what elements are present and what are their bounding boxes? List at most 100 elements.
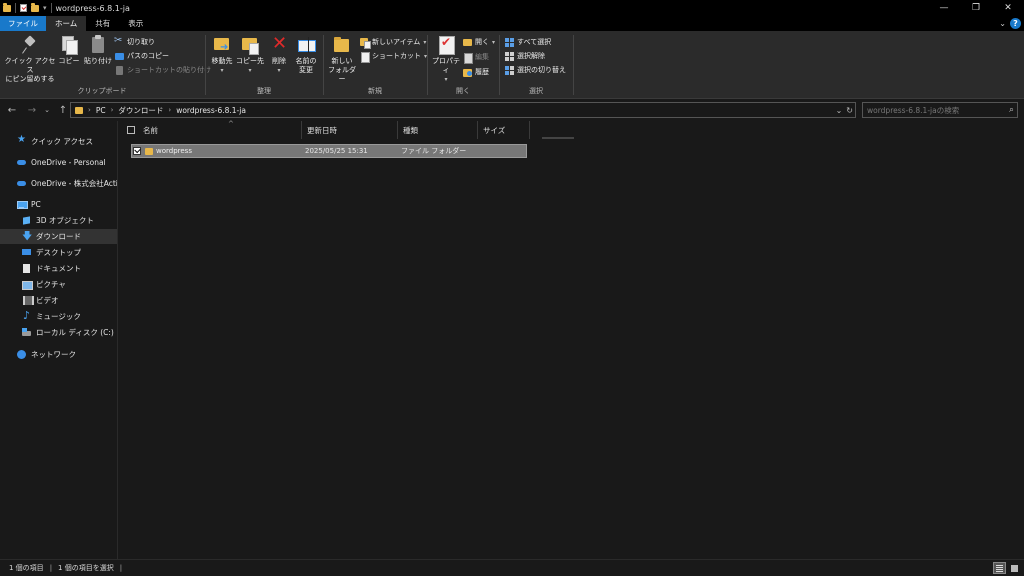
chevron-right-icon[interactable]: › xyxy=(111,106,114,114)
cube-icon xyxy=(22,216,31,225)
chevron-down-icon[interactable]: ⌄ xyxy=(999,19,1006,28)
sidebar-item-desktop[interactable]: デスクトップ xyxy=(0,245,117,260)
close-button[interactable]: ✕ xyxy=(992,0,1024,16)
tab-home[interactable]: ホーム xyxy=(46,16,87,31)
delete-icon xyxy=(270,34,288,55)
paste-button[interactable]: 貼り付け xyxy=(83,35,113,66)
address-bar[interactable]: › PC › ダウンロード › wordpress-6.8.1-ja ⌄ ↻ xyxy=(70,102,856,118)
copy-to-icon xyxy=(241,35,259,55)
delete-label: 削除 xyxy=(272,57,286,65)
sidebar-item-label: OneDrive - 株式会社Actio xyxy=(31,179,117,188)
column-header-label: 名前 xyxy=(143,125,158,135)
sidebar-item-local-disk[interactable]: ローカル ディスク (C:) xyxy=(0,325,117,340)
row-checkbox[interactable] xyxy=(133,147,141,155)
chevron-right-icon[interactable]: › xyxy=(88,106,91,114)
tab-share[interactable]: 共有 xyxy=(86,16,119,31)
shortcut-button[interactable]: ショートカット ▾ xyxy=(360,51,427,63)
search-box[interactable]: ⌕ xyxy=(862,102,1018,118)
select-none-button[interactable]: 選択解除 xyxy=(505,51,545,61)
help-area: ⌄ ? xyxy=(999,18,1021,29)
move-to-label: 移動先 xyxy=(211,57,233,65)
select-all-button[interactable]: すべて選択 xyxy=(505,37,551,47)
refresh-icon[interactable]: ↻ xyxy=(846,106,853,115)
history-icon xyxy=(463,68,472,77)
copy-button[interactable]: コピー xyxy=(58,35,80,66)
minimize-button[interactable]: — xyxy=(928,0,960,16)
search-input[interactable] xyxy=(867,105,997,115)
clipboard-group-label: クリップボード xyxy=(77,87,127,95)
forward-button[interactable]: → xyxy=(25,102,39,118)
column-header-name[interactable]: ^ 名前 xyxy=(138,120,302,139)
sidebar-item-pictures[interactable]: ピクチャ xyxy=(0,277,117,292)
cut-button[interactable]: 切り取り xyxy=(114,35,155,47)
invert-selection-button[interactable]: 選択の切り替え xyxy=(505,65,566,75)
select-all-checkbox[interactable] xyxy=(127,126,135,134)
select-none-icon xyxy=(505,51,514,61)
chevron-down-icon: ▾ xyxy=(492,38,496,46)
open-icon xyxy=(463,38,472,47)
copy-to-button[interactable]: コピー先 ▾ xyxy=(236,35,264,75)
window-title: wordpress-6.8.1-ja xyxy=(55,3,130,13)
customize-dropdown-icon[interactable]: ▾ xyxy=(43,4,47,12)
search-icon[interactable]: ⌕ xyxy=(1009,105,1014,115)
new-item-button[interactable]: 新しいアイテム ▾ xyxy=(360,37,427,49)
pin-to-quick-access-button[interactable]: クイック アクセス にピン留めする xyxy=(4,35,56,84)
folder-icon xyxy=(145,148,153,155)
sidebar-item-videos[interactable]: ビデオ xyxy=(0,293,117,308)
select-group: すべて選択 選択解除 選択の切り替え 選択 xyxy=(500,31,572,99)
breadcrumb-downloads[interactable]: ダウンロード xyxy=(118,105,163,116)
paste-shortcut-label: ショートカットの貼り付け xyxy=(127,66,211,74)
back-button[interactable]: ← xyxy=(5,102,19,118)
history-button[interactable]: 履歴 xyxy=(463,67,489,77)
invert-selection-icon xyxy=(505,65,514,75)
clipboard-group: クイック アクセス にピン留めする コピー 貼り付け 切り取り パスのコピー シ… xyxy=(0,31,211,99)
large-icons-view-button[interactable] xyxy=(1008,562,1021,574)
up-button[interactable]: ↑ xyxy=(56,102,70,118)
maximize-button[interactable]: ❐ xyxy=(960,0,992,16)
sidebar-item-onedrive-business[interactable]: OneDrive - 株式会社Actio xyxy=(0,176,117,191)
chevron-down-icon: ▾ xyxy=(277,67,281,74)
sidebar-item-quick-access[interactable]: クイック アクセス xyxy=(0,134,117,149)
details-view-button[interactable] xyxy=(993,562,1006,574)
open-group: プロパティ ▾ 開く ▾ 編集 履歴 開く xyxy=(428,31,498,99)
sidebar-item-music[interactable]: ミュージック xyxy=(0,309,117,324)
sidebar-item-onedrive-personal[interactable]: OneDrive - Personal xyxy=(0,155,117,170)
new-folder-label-line2: フォルダー xyxy=(328,66,356,83)
help-icon[interactable]: ? xyxy=(1010,18,1021,29)
chevron-right-icon[interactable]: › xyxy=(168,106,171,114)
breadcrumb-current[interactable]: wordpress-6.8.1-ja xyxy=(176,106,246,115)
sidebar-item-documents[interactable]: ドキュメント xyxy=(0,261,117,276)
tab-file[interactable]: ファイル xyxy=(0,16,46,31)
column-header-size[interactable]: サイズ xyxy=(478,121,530,139)
sidebar-item-downloads[interactable]: ダウンロード xyxy=(0,229,117,244)
scissors-icon xyxy=(114,35,124,47)
column-header-modified[interactable]: 更新日時 xyxy=(302,121,398,139)
move-to-button[interactable]: 移動先 ▾ xyxy=(208,35,236,75)
sidebar-item-3d-objects[interactable]: 3D オブジェクト xyxy=(0,213,117,228)
view-switcher xyxy=(993,562,1021,574)
properties-icon[interactable] xyxy=(20,4,27,12)
divider xyxy=(15,3,16,13)
table-row[interactable]: wordpress 2025/05/25 15:31 ファイル フォルダー xyxy=(131,144,527,158)
delete-button[interactable]: 削除 ▾ xyxy=(268,34,290,75)
status-separator: | xyxy=(119,564,123,572)
sidebar-item-network[interactable]: ネットワーク xyxy=(0,347,117,362)
file-list: ^ 名前 更新日時 種類 サイズ wordpress 2025/05/25 15… xyxy=(119,120,1024,559)
sidebar-item-pc[interactable]: PC xyxy=(0,197,117,212)
edit-button[interactable]: 編集 xyxy=(463,52,489,64)
new-folder-icon[interactable] xyxy=(31,2,39,12)
properties-button[interactable]: プロパティ ▾ xyxy=(429,35,463,84)
paste-shortcut-button[interactable]: ショートカットの貼り付け xyxy=(115,65,211,75)
picture-icon xyxy=(22,280,33,290)
rename-button[interactable]: 名前の 変更 xyxy=(292,35,320,75)
copy-path-button[interactable]: パスのコピー xyxy=(115,51,169,61)
open-button[interactable]: 開く ▾ xyxy=(463,37,495,47)
new-folder-button[interactable]: 新しい フォルダー xyxy=(326,35,358,84)
column-header-type[interactable]: 種類 xyxy=(398,121,478,139)
chevron-down-icon: ▾ xyxy=(423,38,427,46)
recent-locations-chevron-icon[interactable]: ⌄ xyxy=(42,102,52,118)
tab-view[interactable]: 表示 xyxy=(119,16,152,31)
folder-icon xyxy=(75,106,83,114)
address-dropdown-icon[interactable]: ⌄ xyxy=(836,106,843,115)
breadcrumb-pc[interactable]: PC xyxy=(96,106,106,115)
